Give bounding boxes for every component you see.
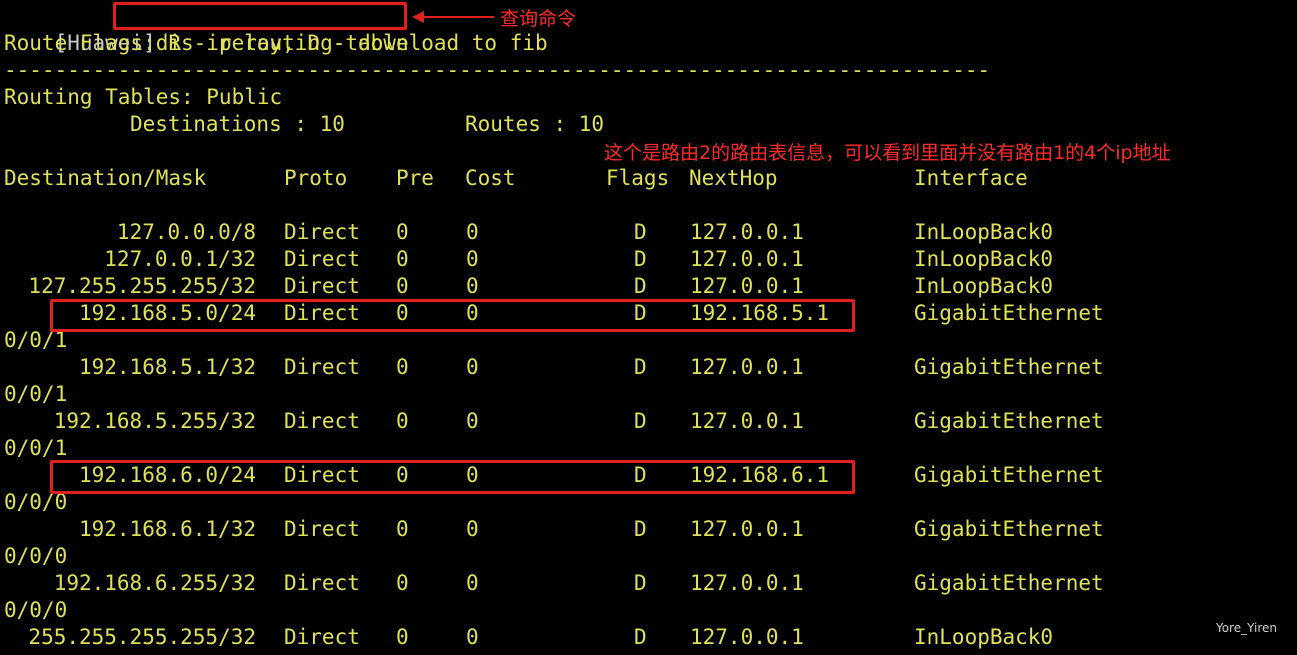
route-cost: 0 [466, 409, 479, 433]
route-pre: 0 [396, 247, 409, 271]
flags-legend: Route Flags: R - relay, D - download to … [4, 31, 548, 55]
route-proto: Direct [284, 571, 360, 595]
route-interface: InLoopBack0 [914, 274, 1054, 298]
command-annotation: 查询命令 [500, 8, 577, 30]
route-nexthop: 127.0.0.1 [690, 625, 804, 649]
route-pre: 0 [396, 517, 409, 541]
routing-tables-label: Routing Tables: Public [4, 85, 283, 109]
table-row: 192.168.5.1/32 Direct 0 0 D 127.0.0.1 GigabitE… [0, 354, 1297, 381]
route-pre: 0 [396, 571, 409, 595]
header-nexthop: NextHop [689, 166, 778, 190]
route-cost: 0 [466, 247, 479, 271]
route-cost: 0 [466, 274, 479, 298]
route-proto: Direct [284, 409, 360, 433]
route-nexthop: 127.0.0.1 [690, 571, 804, 595]
watermark: Yore_Yiren [1215, 621, 1277, 635]
interface-continuation: 0/0/0 [4, 544, 68, 568]
header-cost: Cost [465, 166, 516, 190]
table-row: 192.168.5.255/32 Direct 0 0 D 127.0.0.1 Gigabi… [0, 408, 1297, 435]
route-proto: Direct [284, 220, 360, 244]
route-flags: D [634, 220, 647, 244]
header-pre: Pre [396, 166, 434, 190]
route-cost: 0 [466, 625, 479, 649]
header-interface: Interface [914, 166, 1028, 190]
route-nexthop: 127.0.0.1 [690, 517, 804, 541]
route-pre: 0 [396, 355, 409, 379]
terminal-window: [Huawei]dis ip routing-table Route Flags… [0, 0, 1297, 655]
table-row: 127.255.255.255/32 Direct 0 0 D 127.0.0.1 InLo… [0, 273, 1297, 300]
route-interface: InLoopBack0 [914, 220, 1054, 244]
route-nexthop: 127.0.0.1 [690, 247, 804, 271]
route-destination: 192.168.5.1/32 [78, 355, 256, 379]
header-proto: Proto [284, 166, 348, 190]
route-interface: GigabitEthernet [914, 517, 1104, 541]
route-interface: GigabitEthernet [914, 571, 1104, 595]
route-flags: D [634, 355, 647, 379]
route-cost: 0 [466, 571, 479, 595]
table-row: 255.255.255.255/32 Direct 0 0 D 127.0.0.1 InLo… [0, 624, 1297, 651]
table-row: 127.0.0.1/32 Direct 0 0 D 127.0.0.1 InLoopBack… [0, 246, 1297, 273]
destinations-count: Destinations : 10 [130, 112, 345, 136]
route-destination: 192.168.6.255/32 [53, 571, 256, 595]
route-flags: D [634, 625, 647, 649]
route-destination: 192.168.5.255/32 [53, 409, 256, 433]
route-flags: D [634, 247, 647, 271]
route-pre: 0 [396, 409, 409, 433]
route-pre: 0 [396, 220, 409, 244]
separator: ----------------------------------------… [4, 58, 991, 82]
route-interface: GigabitEthernet [914, 355, 1104, 379]
table-row: 192.168.6.1/32 Direct 0 0 D 127.0.0.1 GigabitE… [0, 516, 1297, 543]
route-flags: D [634, 571, 647, 595]
route-nexthop: 127.0.0.1 [690, 355, 804, 379]
route-nexthop: 127.0.0.1 [690, 220, 804, 244]
header-destination: Destination/Mask [4, 166, 207, 190]
route-flags: D [634, 517, 647, 541]
route-cost: 0 [466, 517, 479, 541]
command-highlight-box [113, 2, 407, 30]
route-interface: InLoopBack0 [914, 247, 1054, 271]
route-interface: GigabitEthernet [914, 301, 1104, 325]
route-destination: 192.168.6.1/32 [78, 517, 256, 541]
route-destination: 255.255.255.255/32 [28, 625, 256, 649]
route-cost: 0 [466, 220, 479, 244]
header-flags: Flags [606, 166, 670, 190]
arrow-icon [412, 11, 494, 23]
route-nexthop: 127.0.0.1 [690, 274, 804, 298]
routes-count: Routes : 10 [465, 112, 605, 136]
route-pre: 0 [396, 625, 409, 649]
route-destination: 127.0.0.1/32 [104, 247, 256, 271]
table-annotation: 这个是路由2的路由表信息，可以看到里面并没有路由1的4个ip地址 [604, 142, 1171, 164]
route-proto: Direct [284, 247, 360, 271]
table-row: 192.168.6.255/32 Direct 0 0 D 127.0.0.1 Gigabi… [0, 570, 1297, 597]
route-destination: 127.255.255.255/32 [28, 274, 256, 298]
interface-continuation: 0/0/1 [4, 382, 68, 406]
route-interface: InLoopBack0 [914, 625, 1054, 649]
route-nexthop: 127.0.0.1 [690, 409, 804, 433]
route-proto: Direct [284, 517, 360, 541]
route-flags: D [634, 409, 647, 433]
route-destination: 127.0.0.0/8 [116, 220, 256, 244]
route-flags: D [634, 274, 647, 298]
route-highlight-box-2 [50, 460, 855, 494]
interface-continuation: 0/0/0 [4, 598, 68, 622]
summary-line: Destinations : 10 Routes : 10 [4, 111, 604, 138]
route-proto: Direct [284, 274, 360, 298]
route-pre: 0 [396, 274, 409, 298]
table-header: Destination/Mask Proto Pre Cost Flags Ne… [0, 165, 1297, 192]
route-proto: Direct [284, 355, 360, 379]
route-highlight-box-1 [50, 299, 855, 332]
route-interface: GigabitEthernet [914, 463, 1104, 487]
interface-continuation: 0/0/1 [4, 436, 68, 460]
route-cost: 0 [466, 355, 479, 379]
table-row: 127.0.0.0/8 Direct 0 0 D 127.0.0.1 InLoopBack0 [0, 219, 1297, 246]
route-proto: Direct [284, 625, 360, 649]
route-interface: GigabitEthernet [914, 409, 1104, 433]
